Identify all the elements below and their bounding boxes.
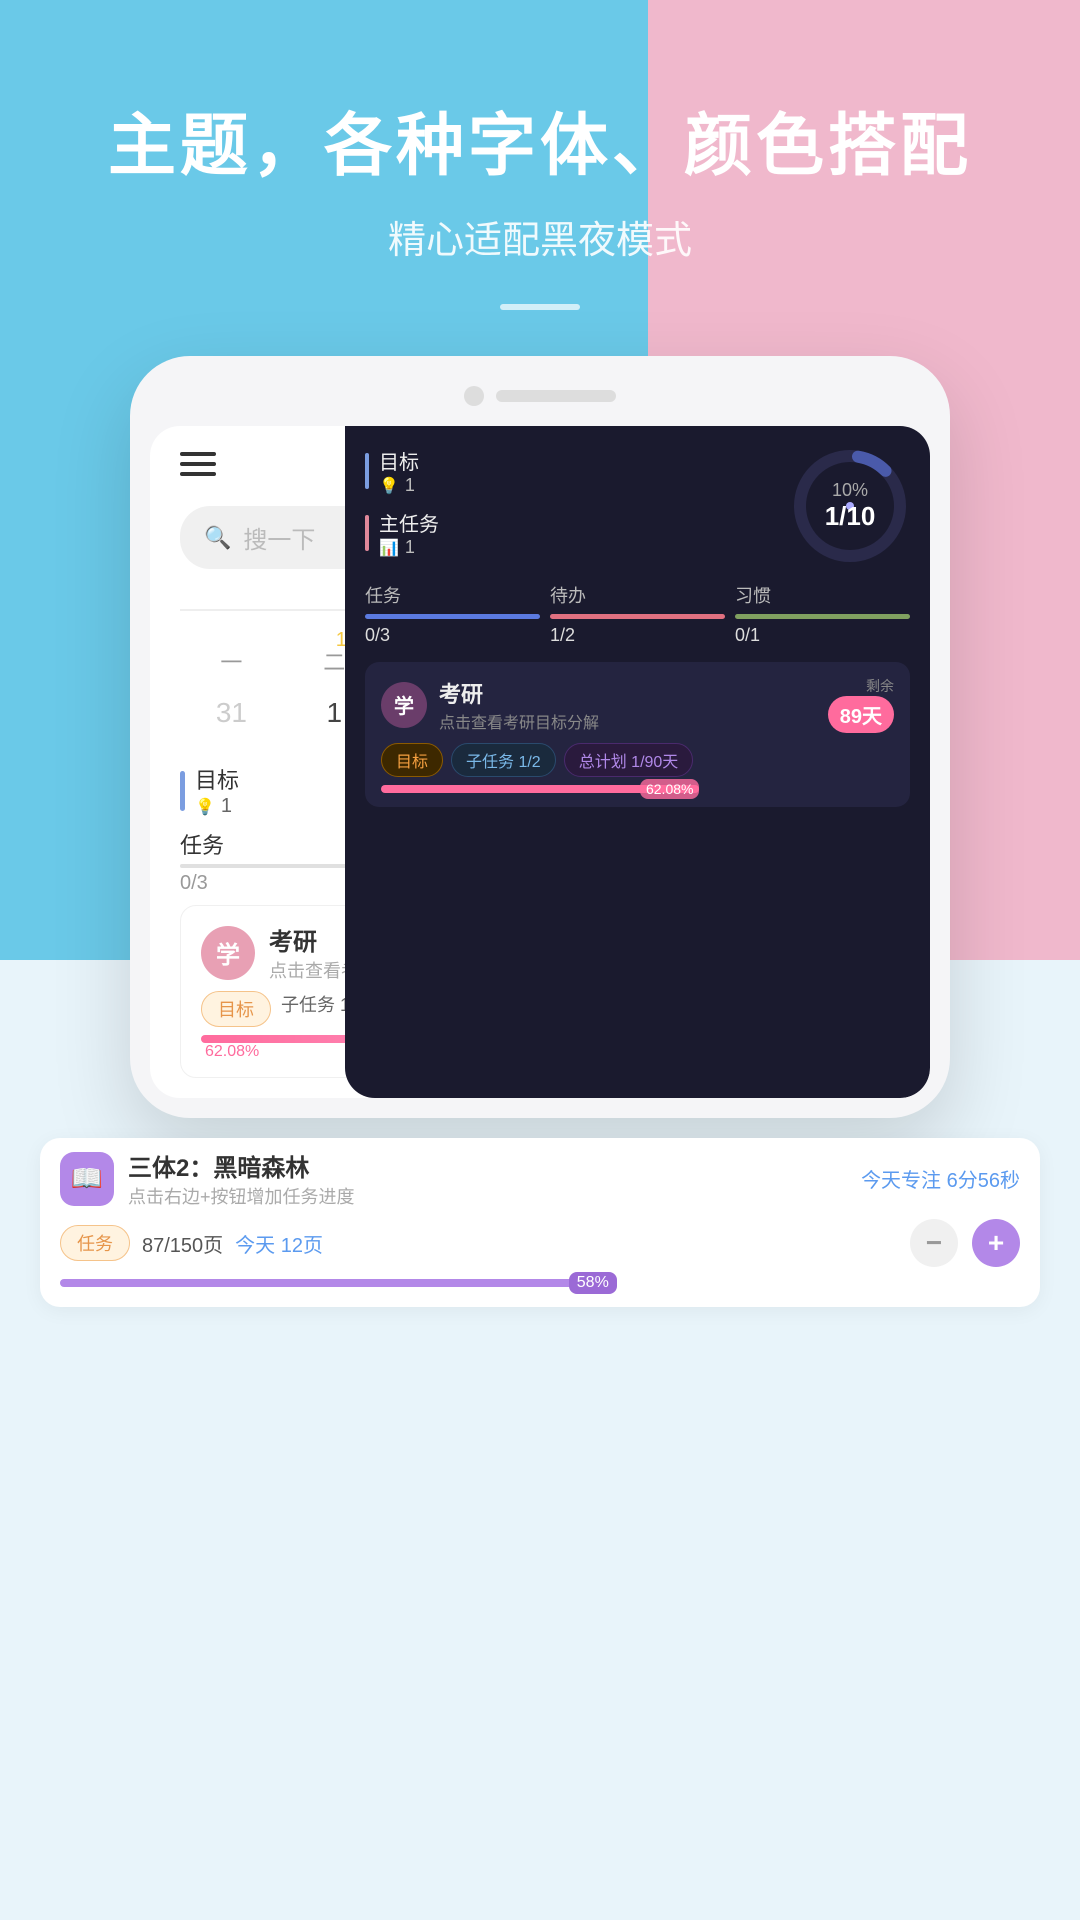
hamburger-menu[interactable]: [180, 452, 216, 476]
dark-habit-progress: 习惯 0/1: [735, 582, 910, 646]
goal-count: 1: [221, 795, 232, 818]
book-progress-container: 58%: [60, 1279, 1020, 1287]
dark-task-progress: 任务 0/3: [365, 582, 540, 646]
dark-goal-label: 目标: [379, 446, 419, 475]
phone-top-bar: [150, 386, 930, 406]
book-today-pages: 今天 12页: [235, 1229, 323, 1258]
dark-main-task-info: 主任务 📊 1: [379, 508, 439, 558]
dark-goal-avatar: 学: [381, 682, 427, 728]
goal-info: 目标 💡 1: [195, 763, 239, 818]
dark-habit-count: 0/1: [735, 625, 910, 646]
book-progress-bar: 58%: [60, 1279, 617, 1287]
dark-goal-info: 目标 💡 1: [379, 446, 419, 496]
book-title: 三体2：黑暗森林: [128, 1148, 847, 1183]
dark-goal-indicator: [365, 453, 369, 489]
goal-icon-row: 💡 1: [195, 795, 239, 818]
book-desc: 点击右边+按钮增加任务进度: [128, 1183, 847, 1209]
minus-button[interactable]: −: [910, 1219, 958, 1267]
goal-avatar-text: 学: [216, 935, 240, 970]
dark-habit-label: 习惯: [735, 582, 910, 608]
dark-stat-row: 目标 💡 1 主任务: [365, 446, 780, 566]
plus-button[interactable]: +: [972, 1219, 1020, 1267]
search-placeholder: 搜一下: [243, 520, 315, 555]
dark-tag-plan: 总计划 1/90天: [564, 743, 694, 777]
goal-sub-tasks: 子任务 1/: [281, 991, 355, 1027]
dark-stats-top: 目标 💡 1 主任务: [365, 446, 910, 566]
search-icon: 🔍: [204, 525, 231, 551]
hero-divider: [500, 304, 580, 310]
dark-goal-card-info: 考研 点击查看考研目标分解: [439, 677, 599, 733]
book-avatar: 📖: [60, 1152, 114, 1206]
dark-bar-chart-icon: 📊: [379, 538, 399, 558]
book-tag-task: 任务: [60, 1225, 130, 1261]
ring-chart: 10% 1/10: [790, 446, 910, 566]
dark-progress-pct: 62.08%: [640, 779, 699, 799]
ring-text: 10% 1/10: [825, 480, 876, 532]
dark-stat-goal: 目标 💡 1: [365, 446, 780, 496]
goal-avatar: 学: [201, 926, 255, 980]
dark-todo-progress: 待办 1/2: [550, 582, 725, 646]
dark-goal-right: 剩余 89天: [828, 676, 894, 733]
cal-date-31[interactable]: 31: [180, 689, 283, 743]
lightbulb-icon: 💡: [195, 797, 215, 817]
goal-progress-pct: 62.08%: [205, 1043, 259, 1060]
phone-mockup: 🔍 搜一下 11:34 一 二 三 四 五 六 日: [130, 356, 950, 1118]
dark-task-bar: [365, 614, 540, 619]
dark-panel: 目标 💡 1 主任务: [345, 426, 930, 1098]
dark-task-label: 任务: [365, 582, 540, 608]
hero-subtitle: 精心适配黑夜模式: [0, 209, 1080, 264]
book-tags-row: 任务 87/150页 今天 12页 − +: [60, 1219, 1020, 1267]
goal-tag-label: 目标: [201, 991, 271, 1027]
dark-main-task-count: 1: [405, 537, 415, 558]
page-wrapper: 主题，各种字体、颜色搭配 精心适配黑夜模式: [0, 0, 1080, 1920]
dark-goal-avatar-text: 学: [394, 690, 414, 719]
dark-goal-card[interactable]: 学 考研 点击查看考研目标分解 剩余 89天 目标 子任务 1/2: [365, 662, 910, 807]
dark-stat-main-task: 主任务 📊 1: [365, 508, 780, 558]
app-screen: 🔍 搜一下 11:34 一 二 三 四 五 六 日: [150, 426, 930, 1098]
hero-section: 主题，各种字体、颜色搭配 精心适配黑夜模式: [0, 0, 1080, 356]
dark-progress-section: 任务 0/3 待办 1/2 习惯 0/1: [365, 582, 910, 646]
dark-tag-sub: 子任务 1/2: [451, 743, 556, 777]
book-progress-pct: 58%: [569, 1272, 617, 1294]
goal-indicator: [180, 771, 185, 811]
dark-goal-title: 考研: [439, 677, 599, 709]
dark-main-task-icon-row: 📊 1: [379, 537, 439, 558]
dark-habit-bar: [735, 614, 910, 619]
dark-tag-goal: 目标: [381, 743, 443, 777]
dark-goal-icon-row: 💡 1: [379, 475, 419, 496]
book-focus: 今天专注 6分56秒: [861, 1164, 1020, 1193]
dark-days-badge: 89天: [828, 696, 894, 733]
goal-label: 目标: [195, 763, 239, 795]
dark-progress-container: 62.08%: [381, 785, 894, 793]
phone-camera: [464, 386, 484, 406]
phone-speaker: [496, 390, 616, 402]
below-phone: 📖 三体2：黑暗森林 点击右边+按钮增加任务进度 今天专注 6分56秒 任务 8…: [0, 1118, 1080, 1367]
ring-percent: 10%: [825, 480, 876, 501]
book-card[interactable]: 📖 三体2：黑暗森林 点击右边+按钮增加任务进度 今天专注 6分56秒 任务 8…: [40, 1138, 1040, 1307]
dark-remainder-label: 剩余: [828, 676, 894, 696]
dark-main-task-indicator: [365, 515, 369, 551]
dark-todo-bar: [550, 614, 725, 619]
dark-goal-tags: 目标 子任务 1/2 总计划 1/90天: [381, 743, 894, 777]
dark-goal-count: 1: [405, 475, 415, 496]
book-pages: 87/150页: [142, 1229, 223, 1258]
dark-progress-bar: 62.08%: [381, 785, 699, 793]
dark-todo-label: 待办: [550, 582, 725, 608]
dark-goal-header: 学 考研 点击查看考研目标分解 剩余 89天: [381, 676, 894, 733]
book-info: 三体2：黑暗森林 点击右边+按钮增加任务进度: [128, 1148, 847, 1209]
dark-task-count: 0/3: [365, 625, 540, 646]
hero-title: 主题，各种字体、颜色搭配: [0, 90, 1080, 189]
dark-goal-desc: 点击查看考研目标分解: [439, 709, 599, 733]
ring-fraction: 1/10: [825, 501, 876, 532]
book-header: 📖 三体2：黑暗森林 点击右边+按钮增加任务进度 今天专注 6分56秒: [60, 1148, 1020, 1209]
book-controls: − +: [910, 1219, 1020, 1267]
week-day-mon: 一: [180, 645, 283, 677]
dark-lightbulb-icon: 💡: [379, 476, 399, 496]
dark-main-task-label: 主任务: [379, 508, 439, 537]
dark-todo-count: 1/2: [550, 625, 725, 646]
